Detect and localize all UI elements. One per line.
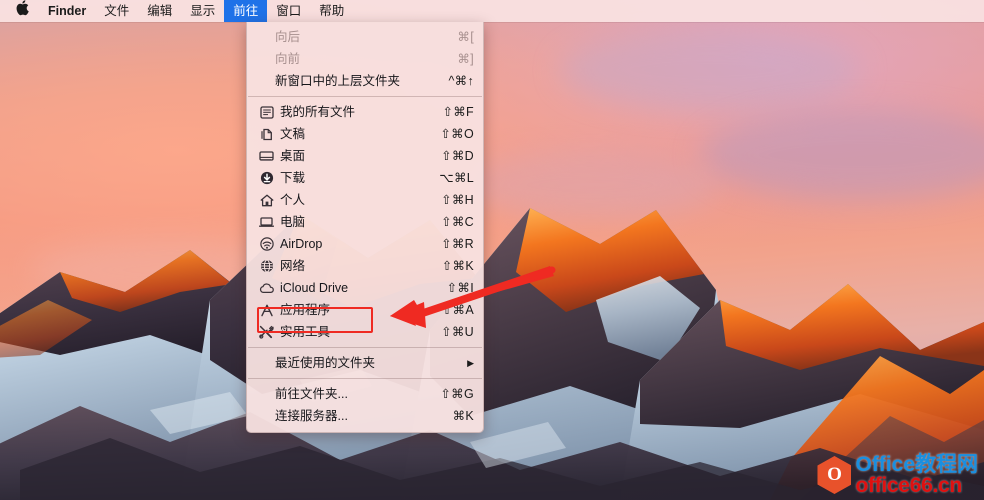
menu-item-label: AirDrop xyxy=(280,237,323,251)
menu-item-label: 网络 xyxy=(280,259,306,273)
all-files-icon xyxy=(258,105,275,119)
menu-item-desktop[interactable]: 桌面 ⇧⌘D xyxy=(247,145,483,167)
menu-item-shortcut: ⇧⌘C xyxy=(441,215,474,229)
menu-item-shortcut: ⇧⌘O xyxy=(440,127,474,141)
watermark: O Office教程网 office66.cn xyxy=(817,454,978,496)
menu-item-shortcut: ⇧⌘R xyxy=(441,237,474,251)
menu-item-label: 我的所有文件 xyxy=(280,105,356,119)
mountain-range xyxy=(0,208,984,500)
menu-item-network[interactable]: 网络 ⇧⌘K xyxy=(247,255,483,277)
documents-icon xyxy=(258,127,275,141)
office-logo-icon: O xyxy=(817,456,852,494)
desktop-icon xyxy=(258,149,275,163)
menu-item-label: 电脑 xyxy=(280,215,306,229)
menu-item-shortcut: ⌥⌘L xyxy=(439,171,474,185)
watermark-line1-cn: 教程网 xyxy=(915,453,978,476)
menu-separator xyxy=(248,347,482,348)
menu-item-shortcut: ⌘[ xyxy=(457,30,474,44)
menu-item-home[interactable]: 个人 ⇧⌘H xyxy=(247,189,483,211)
menubar-item-finder[interactable]: Finder xyxy=(39,0,95,22)
menu-item-label: 文稿 xyxy=(280,127,306,141)
menubar-item-file[interactable]: 文件 xyxy=(95,0,138,22)
menu-item-label: 向后 xyxy=(275,30,301,44)
menu-item-shortcut: ⇧⌘A xyxy=(441,303,474,317)
menu-item-back[interactable]: 向后 ⌘[ xyxy=(247,26,483,48)
menu-item-downloads[interactable]: 下载 ⌥⌘L xyxy=(247,167,483,189)
menu-separator xyxy=(248,378,482,379)
menu-item-shortcut: ⇧⌘I xyxy=(446,281,474,295)
airdrop-icon xyxy=(258,237,275,251)
submenu-arrow-icon: ▶ xyxy=(467,358,474,368)
menu-item-label: 新窗口中的上层文件夹 xyxy=(275,74,401,88)
menubar-item-help[interactable]: 帮助 xyxy=(310,0,353,22)
menu-item-shortcut: ⇧⌘H xyxy=(441,193,474,207)
menu-item-shortcut: ⇧⌘K xyxy=(441,259,474,273)
go-menu-dropdown: 向后 ⌘[ 向前 ⌘] 新窗口中的上层文件夹 ^⌘↑ 我的所有文件 ⇧⌘F 文稿… xyxy=(246,22,484,433)
downloads-icon xyxy=(258,171,275,185)
menu-item-shortcut: ^⌘↑ xyxy=(448,74,474,88)
menu-item-label: 向前 xyxy=(275,52,301,66)
menu-item-shortcut: ⇧⌘F xyxy=(442,105,474,119)
network-icon xyxy=(258,259,275,273)
menu-item-label: 前往文件夹... xyxy=(275,387,348,401)
menu-item-label: 实用工具 xyxy=(280,325,331,339)
menu-item-computer[interactable]: 电脑 ⇧⌘C xyxy=(247,211,483,233)
apple-logo-icon[interactable] xyxy=(0,0,39,22)
home-icon xyxy=(258,193,275,207)
menu-item-connect-to-server[interactable]: 连接服务器... ⌘K xyxy=(247,405,483,427)
watermark-line1-en: Office xyxy=(855,453,915,476)
menubar-item-go[interactable]: 前往 xyxy=(224,0,268,22)
computer-icon xyxy=(258,215,275,229)
menu-item-label: 最近使用的文件夹 xyxy=(275,356,376,370)
menu-item-icloud-drive[interactable]: iCloud Drive ⇧⌘I xyxy=(247,277,483,299)
utilities-icon xyxy=(258,325,275,339)
watermark-text: Office教程网 office66.cn xyxy=(855,454,978,496)
desktop-wallpaper xyxy=(0,0,984,500)
watermark-line2: office66.cn xyxy=(855,474,962,497)
menu-separator xyxy=(248,96,482,97)
menu-item-shortcut: ⌘] xyxy=(457,52,474,66)
menu-item-label: iCloud Drive xyxy=(280,281,349,295)
menu-item-shortcut: ⌘K xyxy=(452,409,474,423)
menu-item-shortcut: ⇧⌘U xyxy=(441,325,474,339)
menubar-item-window[interactable]: 窗口 xyxy=(267,0,310,22)
menu-item-go-to-folder[interactable]: 前往文件夹... ⇧⌘G xyxy=(247,383,483,405)
applications-icon xyxy=(258,303,275,317)
menu-item-applications[interactable]: 应用程序 ⇧⌘A xyxy=(247,299,483,321)
menu-item-airdrop[interactable]: AirDrop ⇧⌘R xyxy=(247,233,483,255)
menu-bar: Finder 文件 编辑 显示 前往 窗口 帮助 xyxy=(0,0,984,22)
menu-item-utilities[interactable]: 实用工具 ⇧⌘U xyxy=(247,321,483,343)
menu-item-forward[interactable]: 向前 ⌘] xyxy=(247,48,483,70)
menu-item-enclosing-folder[interactable]: 新窗口中的上层文件夹 ^⌘↑ xyxy=(247,70,483,92)
menu-item-shortcut: ⇧⌘D xyxy=(441,149,474,163)
menu-item-documents[interactable]: 文稿 ⇧⌘O xyxy=(247,123,483,145)
watermark-line1: Office教程网 xyxy=(855,454,978,475)
cloud xyxy=(560,30,860,110)
office-logo-letter: O xyxy=(827,464,842,485)
menu-item-label: 桌面 xyxy=(280,149,306,163)
menu-item-label: 连接服务器... xyxy=(275,409,348,423)
menu-item-shortcut: ⇧⌘G xyxy=(440,387,474,401)
menu-item-recent-folders[interactable]: 最近使用的文件夹 ▶ xyxy=(247,352,483,374)
menubar-item-edit[interactable]: 编辑 xyxy=(138,0,181,22)
menu-item-label: 下载 xyxy=(280,171,306,185)
menu-item-label: 应用程序 xyxy=(280,303,331,317)
icloud-icon xyxy=(258,281,275,295)
menu-item-label: 个人 xyxy=(280,193,306,207)
menu-item-all-my-files[interactable]: 我的所有文件 ⇧⌘F xyxy=(247,101,483,123)
menubar-item-view[interactable]: 显示 xyxy=(181,0,224,22)
